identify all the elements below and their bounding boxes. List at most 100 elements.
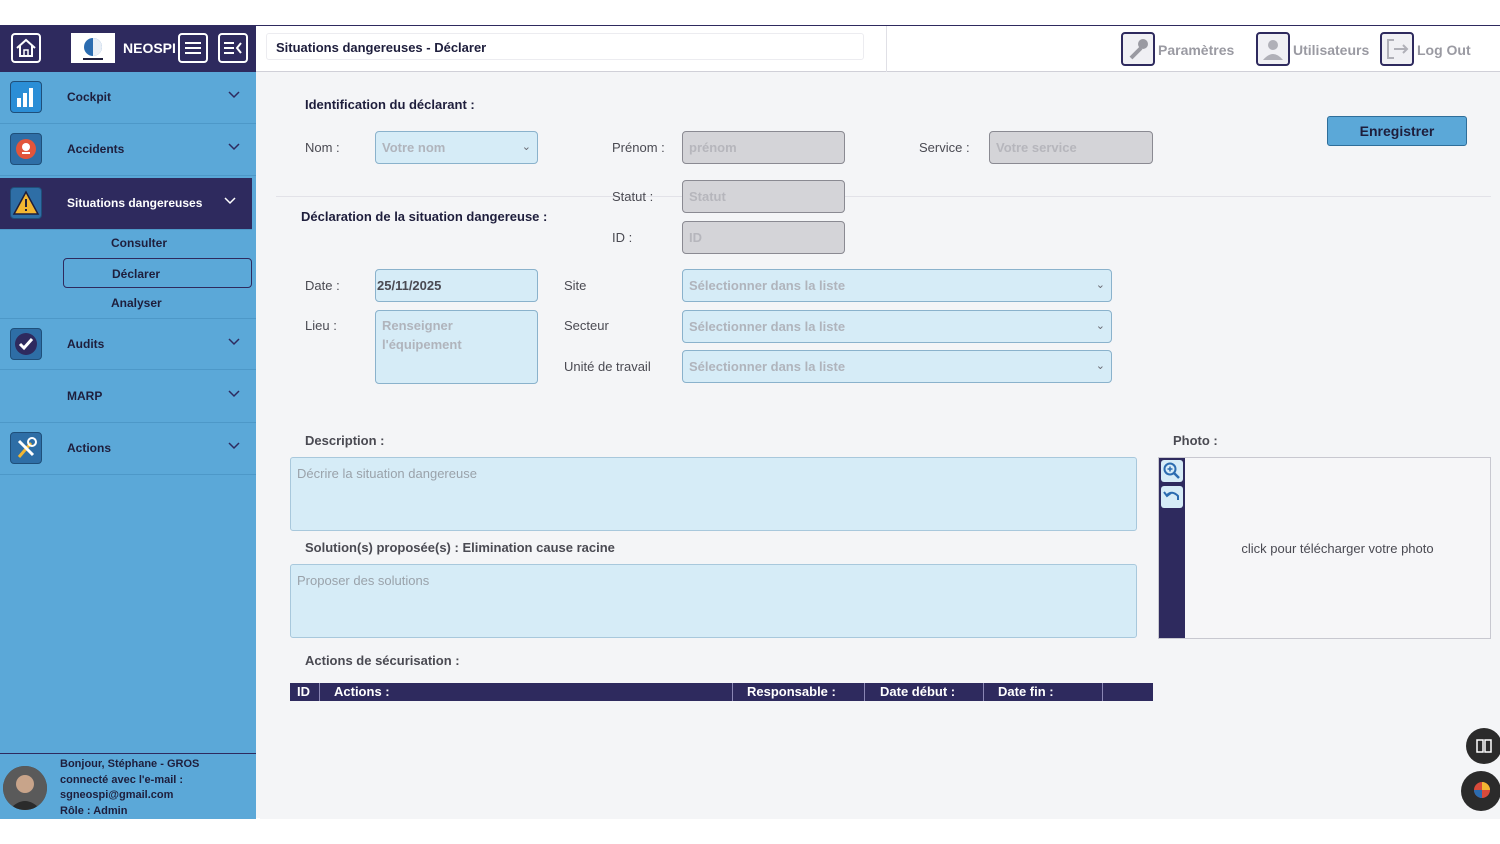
sidebar-subitem-label: Déclarer (112, 267, 161, 281)
service-field: Votre service (989, 131, 1153, 164)
declaration-title: Déclaration de la situation dangereuse : (301, 209, 548, 224)
photo-toolbar (1159, 458, 1185, 638)
tools-icon (10, 432, 42, 464)
sidebar-item-label: MARP (67, 389, 103, 403)
user-greeting: Bonjour, Stéphane - GROS (60, 758, 200, 770)
badge-check-icon (10, 328, 42, 360)
identification-title: Identification du déclarant : (305, 97, 475, 112)
bar-chart-icon (10, 81, 42, 113)
table-header-responsable: Responsable : (733, 683, 865, 701)
sidebar-item-marp[interactable]: MARP (0, 371, 256, 423)
table-header-actions: Actions : (320, 683, 733, 701)
description-textarea[interactable]: Décrire la situation dangereuse (290, 457, 1137, 531)
sidebar-subitem-declarer[interactable]: Déclarer (63, 258, 252, 288)
photo-upload-hint: click pour télécharger votre photo (1241, 541, 1434, 556)
chevron-down-icon (228, 338, 240, 346)
utilisateurs-label: Utilisateurs (1293, 42, 1370, 58)
prenom-label: Prénom : (612, 140, 665, 155)
id-field: ID (682, 221, 845, 254)
logout-icon (1380, 32, 1414, 66)
user-email-label: connecté avec l'e-mail : (60, 773, 184, 786)
chevron-down-icon (228, 390, 240, 398)
lieu-placeholder: Renseigner l'équipement (382, 318, 462, 352)
palette-button[interactable] (1461, 771, 1500, 811)
unite-select[interactable]: Sélectionner dans la liste ⌄ (682, 350, 1112, 383)
table-header-date-fin: Date fin : (984, 683, 1103, 701)
brand-name: NEOSPI (123, 40, 176, 56)
chevron-down-icon (224, 197, 236, 205)
users-icon (1256, 32, 1290, 66)
home-icon[interactable] (11, 33, 41, 63)
sidebar-item-audits[interactable]: Audits (0, 318, 256, 370)
prenom-placeholder: prénom (689, 140, 737, 155)
service-label: Service : (919, 140, 970, 155)
sidebar-item-label: Audits (67, 337, 105, 351)
actions-table-header: ID Actions : Responsable : Date début : … (290, 683, 1153, 701)
nom-placeholder: Votre nom (382, 140, 446, 155)
help-book-button[interactable] (1466, 728, 1500, 764)
actions-securisation-title: Actions de sécurisation : (305, 653, 460, 668)
id-label: ID : (612, 230, 633, 245)
unite-placeholder: Sélectionner dans la liste (689, 359, 846, 374)
page-title-box: Situations dangereuses - Déclarer (266, 33, 864, 60)
sidebar-item-actions[interactable]: Actions (0, 423, 256, 475)
date-value: 25/11/2025 (377, 278, 442, 293)
user-info-text: Bonjour, Stéphane - GROS connecté avec l… (60, 757, 199, 819)
chevron-down-icon: ⌄ (1095, 320, 1105, 332)
photo-upload-area[interactable]: click pour télécharger votre photo (1158, 457, 1491, 639)
lieu-label: Lieu : (305, 318, 337, 333)
wrench-icon (1121, 32, 1155, 66)
site-label: Site (564, 278, 587, 293)
solutions-textarea[interactable]: Proposer des solutions (290, 564, 1137, 638)
user-email: sgneospi@gmail.com (60, 789, 174, 801)
date-field[interactable]: 25/11/2025 (375, 269, 538, 302)
sidebar-item-cockpit[interactable]: Cockpit (0, 72, 256, 124)
lieu-field[interactable]: Renseigner l'équipement (375, 310, 538, 384)
sidebar-item-label: Actions (67, 441, 112, 455)
app-window: NEOSPI Cockpit Accidents Situations dang… (0, 25, 1500, 819)
description-title: Description : (305, 433, 385, 448)
accident-icon (10, 133, 42, 165)
sidebar-item-label: Cockpit (67, 90, 112, 104)
prenom-field: prénom (682, 131, 845, 164)
service-placeholder: Votre service (996, 140, 1077, 155)
nom-select[interactable]: Votre nom ⌄ (375, 131, 538, 164)
avatar (3, 766, 47, 810)
secteur-label: Secteur (564, 318, 609, 333)
solutions-title: Solution(s) proposée(s) : Elimination ca… (305, 540, 615, 555)
sidebar-item-situations-dangereuses[interactable]: Situations dangereuses (0, 178, 252, 230)
secteur-select[interactable]: Sélectionner dans la liste ⌄ (682, 310, 1112, 343)
zoom-in-icon[interactable] (1161, 460, 1183, 482)
header-divider (886, 26, 887, 72)
sidebar-top-bar: NEOSPI (0, 26, 256, 72)
warning-icon (10, 187, 42, 219)
description-placeholder: Décrire la situation dangereuse (297, 466, 477, 481)
sidebar-subitem-label: Analyser (111, 296, 162, 310)
save-button[interactable]: Enregistrer (1327, 116, 1467, 146)
undo-icon[interactable] (1161, 486, 1183, 508)
id-placeholder: ID (689, 230, 702, 245)
statut-placeholder: Statut (689, 189, 726, 204)
user-role: Rôle : Admin (60, 804, 128, 817)
chevron-down-icon (228, 143, 240, 151)
collapse-sidebar-icon[interactable] (218, 33, 248, 63)
main-content: Identification du déclarant : Enregistre… (260, 73, 1500, 819)
sidebar-subitem-consulter[interactable]: Consulter (63, 228, 252, 258)
site-placeholder: Sélectionner dans la liste (689, 278, 846, 293)
hamburger-menu-icon[interactable] (178, 33, 208, 63)
site-select[interactable]: Sélectionner dans la liste ⌄ (682, 269, 1112, 302)
neospi-logo (71, 33, 115, 63)
logout-label: Log Out (1417, 42, 1471, 58)
section-divider (276, 196, 1491, 197)
sidebar-item-label: Accidents (67, 142, 125, 156)
unite-label: Unité de travail (564, 359, 651, 374)
statut-field: Statut (682, 180, 845, 213)
table-header-id: ID (290, 683, 320, 701)
chevron-down-icon (228, 91, 240, 99)
sidebar-item-accidents[interactable]: Accidents (0, 124, 256, 176)
chevron-down-icon (228, 442, 240, 450)
sidebar-subitem-analyser[interactable]: Analyser (63, 288, 252, 318)
statut-label: Statut : (612, 189, 654, 204)
chevron-down-icon: ⌄ (521, 141, 531, 153)
nom-label: Nom : (305, 140, 340, 155)
